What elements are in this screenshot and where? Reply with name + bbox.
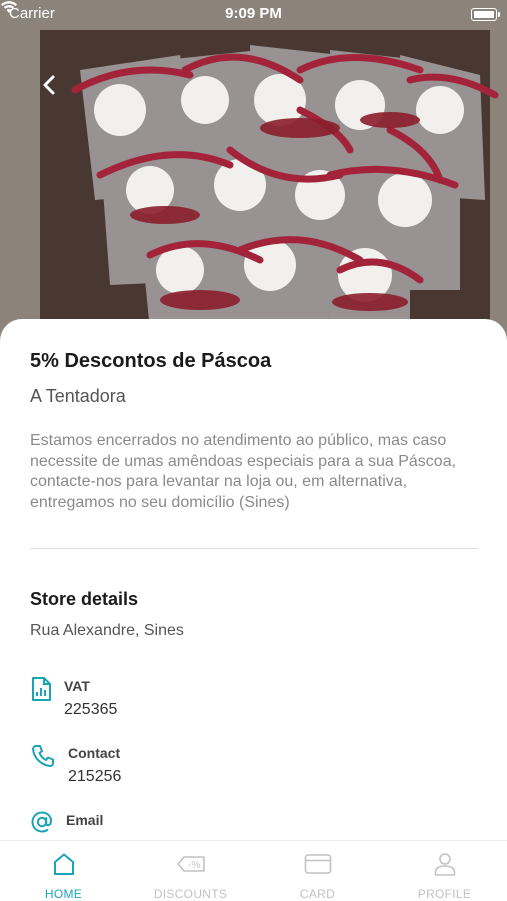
store-address: Rua Alexandre, Sines [30, 622, 184, 639]
tab-bar: HOME -% DISCOUNTS CARD PROFILE [0, 840, 507, 901]
tab-card-label: CARD [299, 887, 336, 901]
email-label: Email [66, 812, 104, 828]
tab-home-label: HOME [44, 887, 83, 901]
back-button[interactable] [36, 70, 66, 100]
battery-icon [471, 8, 497, 21]
at-sign-icon[interactable] [30, 810, 54, 834]
card-icon [304, 854, 331, 874]
offer-details-sheet: 5% Descontos de Páscoa A Tentadora Estam… [0, 319, 507, 849]
tab-card[interactable]: CARD [254, 841, 381, 901]
phone-icon[interactable] [30, 743, 56, 769]
tab-profile-label: PROFILE [417, 887, 472, 901]
offer-description: Estamos encerrados no atendimento ao púb… [30, 432, 457, 511]
clock: 9:09 PM [225, 5, 282, 22]
status-bar: Carrier 9:09 PM [0, 0, 507, 28]
vat-value: 225365 [64, 701, 118, 718]
home-icon [53, 853, 74, 875]
offer-title: 5% Descontos de Páscoa [30, 350, 272, 372]
svg-text:-%: -% [188, 860, 200, 871]
store-details-heading: Store details [30, 589, 139, 609]
chevron-left-icon [43, 75, 55, 95]
offer-photo: Carrier 9:09 PM [0, 0, 507, 345]
tab-discounts[interactable]: -% DISCOUNTS [127, 841, 254, 901]
vat-label: VAT [64, 678, 90, 694]
tab-home[interactable]: HOME [0, 841, 127, 901]
contact-label: Contact [68, 745, 121, 761]
divider [30, 548, 478, 549]
discount-tag-icon: -% [176, 856, 205, 872]
profile-icon [434, 853, 455, 876]
contact-value[interactable]: 215256 [68, 768, 121, 786]
document-chart-icon [32, 677, 51, 701]
store-name: A Tentadora [30, 386, 126, 406]
tab-discounts-label: DISCOUNTS [153, 887, 228, 901]
tab-profile[interactable]: PROFILE [381, 841, 507, 901]
